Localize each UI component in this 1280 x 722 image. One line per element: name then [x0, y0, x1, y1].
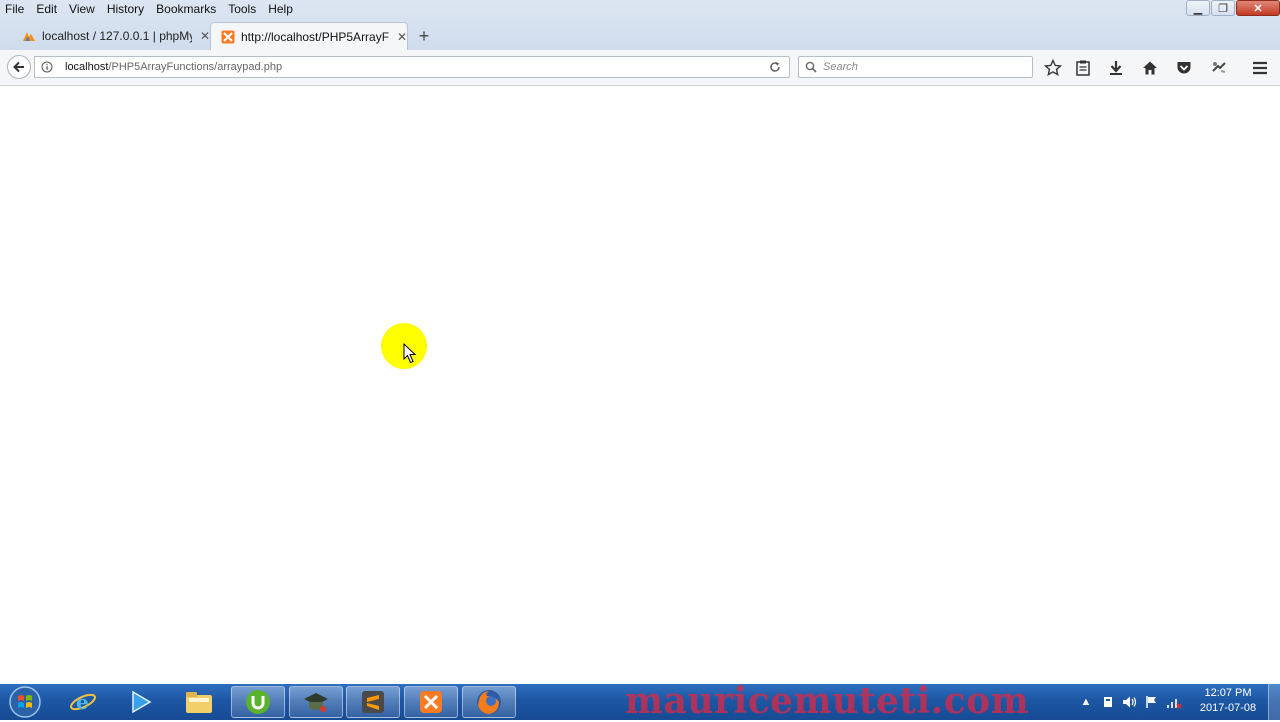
- pocket-icon[interactable]: [1175, 59, 1193, 77]
- tab-arraypad[interactable]: http://localhost/PHP5ArrayF ✕: [210, 22, 408, 50]
- network-icon[interactable]: [1166, 694, 1182, 710]
- taskbar-sublime-text[interactable]: [346, 686, 400, 718]
- svg-text:e: e: [76, 690, 89, 714]
- site-info-icon[interactable]: [41, 61, 53, 73]
- reading-list-icon[interactable]: [1074, 59, 1092, 77]
- minimize-button[interactable]: ▁: [1186, 0, 1210, 16]
- close-tab-icon[interactable]: ✕: [200, 29, 210, 43]
- taskbar-clock[interactable]: 12:07 PM 2017-07-08: [1196, 686, 1260, 716]
- action-center-flag-icon[interactable]: [1144, 694, 1160, 710]
- menu-help[interactable]: Help: [262, 0, 299, 18]
- close-window-button[interactable]: ✕: [1236, 0, 1280, 16]
- back-button[interactable]: [7, 55, 31, 79]
- safely-remove-hardware-icon[interactable]: [1100, 694, 1116, 710]
- tab-title: localhost / 127.0.0.1 | phpMy: [42, 29, 192, 43]
- watermark-text: mauricemuteti.com: [625, 680, 1030, 722]
- phpmyadmin-icon: [23, 32, 35, 41]
- menu-tools[interactable]: Tools: [222, 0, 262, 18]
- reload-icon[interactable]: [769, 61, 781, 73]
- search-icon: [805, 61, 817, 73]
- url-host: localhost: [65, 61, 109, 73]
- start-button[interactable]: [4, 685, 46, 719]
- windows-start-icon: [9, 686, 41, 718]
- navigation-toolbar: localhost/PHP5ArrayFunctions/arraypad.ph…: [0, 50, 1280, 86]
- file-explorer-icon: [186, 692, 212, 713]
- tab-strip: localhost / 127.0.0.1 | phpMy ✕ http://l…: [0, 22, 1280, 50]
- firefox-icon: [477, 690, 501, 714]
- page-content[interactable]: [0, 86, 1280, 684]
- bookmark-star-icon[interactable]: [1044, 59, 1062, 77]
- menu-view[interactable]: View: [63, 0, 101, 18]
- menu-edit[interactable]: Edit: [30, 0, 63, 18]
- show-desktop-button[interactable]: [1268, 684, 1280, 720]
- menu-bookmarks[interactable]: Bookmarks: [150, 0, 222, 18]
- taskbar-xampp[interactable]: [404, 686, 458, 718]
- tab-phpmyadmin[interactable]: localhost / 127.0.0.1 | phpMy ✕: [14, 22, 210, 50]
- show-hidden-icons-icon[interactable]: ▲: [1078, 694, 1094, 710]
- url-path: /PHP5ArrayFunctions/arraypad.php: [108, 61, 283, 73]
- system-tray: ▲: [1078, 684, 1198, 720]
- utorrent-icon: [246, 690, 270, 714]
- window-controls: ▁ ❐ ✕: [1185, 0, 1280, 18]
- taskbar-graduation-app[interactable]: [289, 686, 343, 718]
- download-icon[interactable]: [1107, 59, 1125, 77]
- xampp-icon: [221, 30, 235, 43]
- extension-icon[interactable]: [1210, 59, 1228, 77]
- taskbar-utorrent[interactable]: [231, 686, 285, 718]
- sublime-text-icon: [362, 691, 384, 713]
- xampp-icon: [420, 691, 442, 713]
- taskbar-file-explorer[interactable]: [172, 686, 226, 718]
- internet-explorer-icon: e: [70, 690, 96, 714]
- url-bar[interactable]: localhost/PHP5ArrayFunctions/arraypad.ph…: [34, 56, 790, 78]
- graduation-app-icon: [304, 693, 328, 712]
- taskbar-internet-explorer[interactable]: e: [56, 686, 110, 718]
- menu-history[interactable]: History: [101, 0, 150, 18]
- search-input[interactable]: [823, 61, 1023, 73]
- mouse-pointer-icon: [403, 343, 417, 364]
- hamburger-menu-icon[interactable]: [1251, 59, 1269, 77]
- home-icon[interactable]: [1141, 59, 1159, 77]
- search-bar[interactable]: [798, 56, 1033, 78]
- media-player-icon: [132, 690, 152, 714]
- volume-icon[interactable]: [1122, 694, 1138, 710]
- close-tab-icon[interactable]: ✕: [397, 30, 407, 44]
- tab-title: http://localhost/PHP5ArrayF: [241, 29, 389, 44]
- new-tab-button[interactable]: +: [416, 27, 432, 45]
- clock-date: 2017-07-08: [1199, 702, 1257, 714]
- menu-bar: File Edit View History Bookmarks Tools H…: [0, 0, 700, 18]
- taskbar-media-player[interactable]: [113, 686, 167, 718]
- back-arrow-icon: [13, 61, 24, 73]
- menu-file[interactable]: File: [0, 0, 30, 18]
- clock-time: 12:07 PM: [1204, 687, 1252, 699]
- maximize-button[interactable]: ❐: [1211, 0, 1235, 16]
- taskbar-firefox[interactable]: [462, 686, 516, 718]
